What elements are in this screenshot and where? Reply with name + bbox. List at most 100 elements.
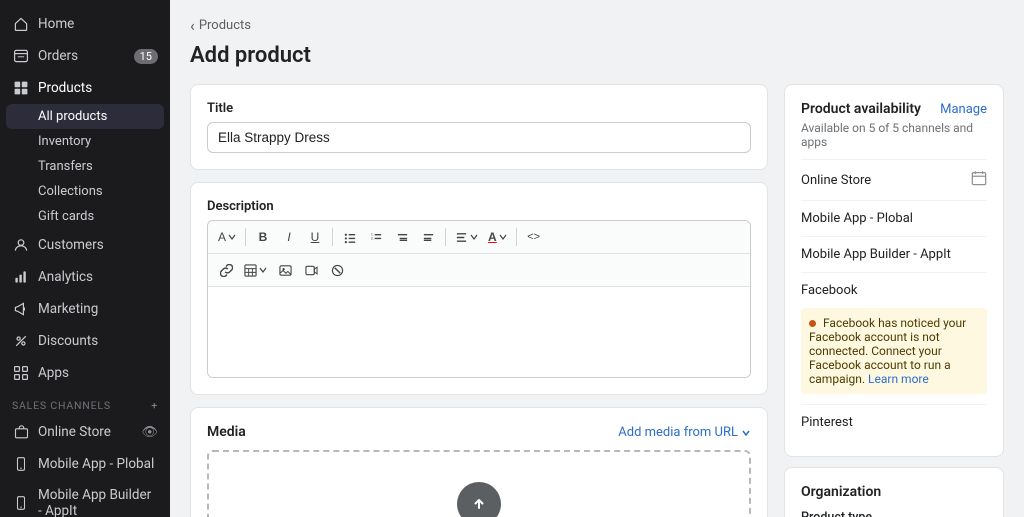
channel-mobile-builder: Mobile App Builder - AppIt (801, 236, 987, 272)
sidebar-item-mobile-plobal-label: Mobile App - Plobal (38, 456, 154, 472)
sidebar-item-marketing[interactable]: Marketing (0, 293, 170, 325)
link-btn[interactable] (214, 258, 238, 282)
availability-subtitle: Available on 5 of 5 channels and apps (801, 121, 987, 149)
media-label: Media (207, 424, 246, 440)
organization-card: Organization Product type e.g. Shirts (784, 467, 1004, 517)
video-btn[interactable] (299, 258, 323, 282)
title-input[interactable] (207, 122, 751, 153)
rich-text-editor: A B I U 1.2. (207, 220, 751, 378)
indent-right-btn[interactable] (416, 225, 440, 249)
sidebar-item-orders[interactable]: Orders 15 (0, 40, 170, 72)
sidebar-item-customers[interactable]: Customers (0, 229, 170, 261)
media-card: Media Add media from URL Add file or dro… (190, 407, 768, 517)
sidebar-item-discounts-label: Discounts (38, 333, 98, 349)
marketing-icon (12, 300, 30, 318)
discounts-icon (12, 332, 30, 350)
apps-icon (12, 364, 30, 382)
availability-header: Product availability Manage (801, 101, 987, 117)
organization-title: Organization (801, 484, 987, 500)
orders-badge: 15 (134, 49, 158, 64)
channel-pinterest-label: Pinterest (801, 415, 853, 430)
sidebar-sub-all-products[interactable]: All products (6, 104, 164, 129)
facebook-warning: Facebook has noticed your Facebook accou… (801, 308, 987, 394)
sidebar-item-products[interactable]: Products (0, 72, 170, 104)
breadcrumb-chevron: ‹ (190, 16, 195, 35)
italic-btn[interactable]: I (277, 225, 301, 249)
media-drop-zone[interactable]: Add file or drop files to upload (207, 450, 751, 517)
paragraph-dropdown[interactable]: A (214, 225, 240, 249)
availability-title: Product availability (801, 101, 921, 117)
content-layout: Title Description A B I (190, 84, 1004, 517)
sidebar-item-customers-label: Customers (38, 237, 104, 253)
channel-facebook-label: Facebook (801, 283, 857, 298)
sidebar-item-online-store-label: Online Store (38, 424, 111, 440)
sidebar-sub-collections[interactable]: Collections (0, 179, 170, 204)
learn-more-link[interactable]: Learn more (868, 372, 929, 386)
sidebar-item-analytics-label: Analytics (38, 269, 93, 285)
align-dropdown[interactable] (451, 225, 482, 249)
rte-body[interactable] (208, 287, 750, 377)
channel-mobile-plobal-label: Mobile App - Plobal (801, 211, 913, 226)
channel-pinterest: Pinterest (801, 404, 987, 440)
text-color-dropdown[interactable]: A (484, 225, 511, 249)
sidebar-item-mobile-builder-label: Mobile App Builder - AppIt (38, 487, 158, 517)
availability-card: Product availability Manage Available on… (784, 84, 1004, 457)
sidebar-item-products-label: Products (38, 80, 92, 96)
table-dropdown[interactable] (240, 258, 271, 282)
channel-online-store: Online Store (801, 159, 987, 200)
sidebar: Home Orders 15 Products All products Inv… (0, 0, 170, 517)
title-card: Title (190, 84, 768, 170)
main-column: Title Description A B I (190, 84, 768, 517)
bold-btn[interactable]: B (251, 225, 275, 249)
bullet-list-btn[interactable] (338, 225, 362, 249)
ordered-list-btn[interactable]: 1.2. (364, 225, 388, 249)
sidebar-item-marketing-label: Marketing (38, 301, 98, 317)
sidebar-item-mobile-builder[interactable]: Mobile App Builder - AppIt (0, 480, 170, 517)
sidebar-item-discounts[interactable]: Discounts (0, 325, 170, 357)
indent-left-btn[interactable] (390, 225, 414, 249)
description-label: Description (207, 199, 751, 214)
breadcrumb[interactable]: ‹ Products (190, 16, 1004, 35)
sidebar-item-online-store[interactable]: Online Store 👁 (0, 416, 170, 448)
sidebar-item-home[interactable]: Home (0, 8, 170, 40)
products-icon (12, 79, 30, 97)
paragraph-label: A (218, 230, 226, 244)
breadcrumb-label: Products (199, 18, 251, 33)
toolbar-row-2 (208, 254, 750, 287)
calendar-icon[interactable] (971, 170, 987, 190)
channel-facebook: Facebook Facebook has noticed your Faceb… (801, 272, 987, 404)
clear-format-btn[interactable] (325, 258, 349, 282)
sidebar-sub-inventory[interactable]: Inventory (0, 129, 170, 154)
add-channel-icon[interactable]: + (151, 399, 158, 412)
mobile-plobal-icon (12, 455, 30, 473)
product-type-label: Product type (801, 510, 987, 517)
main-content: ‹ Products Add product Title Description… (170, 0, 1024, 517)
customers-icon (12, 236, 30, 254)
online-store-icon (12, 423, 30, 441)
sidebar-item-apps-label: Apps (38, 365, 69, 381)
sidebar-item-mobile-plobal[interactable]: Mobile App - Plobal (0, 448, 170, 480)
sidebar-item-home-label: Home (38, 16, 74, 32)
mobile-builder-icon (12, 494, 30, 512)
home-icon (12, 15, 30, 33)
toolbar-row-1: A B I U 1.2. (208, 221, 750, 254)
page-title: Add product (190, 43, 1004, 68)
sidebar-sub-transfers[interactable]: Transfers (0, 154, 170, 179)
sidebar-sub-gift-cards[interactable]: Gift cards (0, 204, 170, 229)
channel-mobile-builder-label: Mobile App Builder - AppIt (801, 247, 951, 262)
eye-icon[interactable]: 👁 (141, 425, 158, 440)
add-media-link[interactable]: Add media from URL (618, 425, 751, 440)
image-btn[interactable] (273, 258, 297, 282)
description-card: Description A B I U (190, 182, 768, 395)
manage-link[interactable]: Manage (940, 102, 987, 117)
sidebar-item-analytics[interactable]: Analytics (0, 261, 170, 293)
code-btn[interactable]: <> (522, 225, 546, 249)
sidebar-item-apps[interactable]: Apps (0, 357, 170, 389)
underline-btn[interactable]: U (303, 225, 327, 249)
sales-channels-header: SALES CHANNELS + (0, 389, 170, 416)
channel-mobile-plobal: Mobile App - Plobal (801, 200, 987, 236)
sidebar-item-orders-label: Orders (38, 48, 78, 64)
svg-text:2.: 2. (370, 236, 373, 240)
media-header: Media Add media from URL (207, 424, 751, 440)
side-column: Product availability Manage Available on… (784, 84, 1004, 517)
